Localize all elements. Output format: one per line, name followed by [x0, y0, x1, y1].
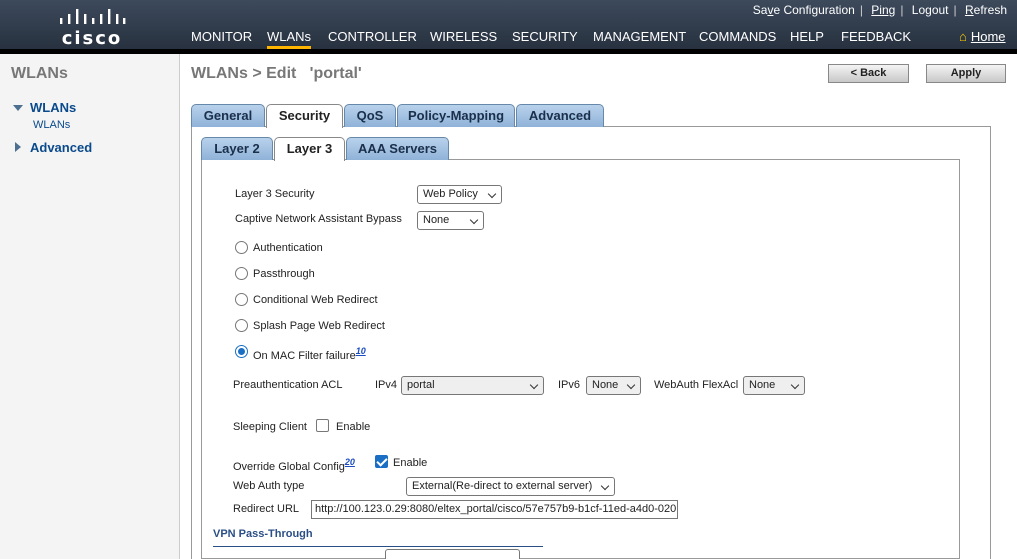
radio-conditional-web-redirect-label: Conditional Web Redirect: [253, 294, 378, 306]
preauth-acl-label: Preauthentication ACL: [233, 379, 343, 391]
home-icon: ⌂: [959, 29, 967, 44]
chevron-down-icon: [790, 380, 800, 390]
tab-general[interactable]: General: [191, 104, 265, 127]
tab-policy-mapping[interactable]: Policy-Mapping: [397, 104, 515, 127]
override-global-enable-label: Enable: [393, 457, 428, 469]
left-sidebar: WLANs WLANs WLANs Advanced: [0, 54, 180, 559]
back-button[interactable]: < Back: [828, 64, 909, 83]
cna-bypass-label: Captive Network Assistant Bypass: [235, 213, 402, 225]
webauth-flexacl-label: WebAuth FlexAcl: [654, 379, 739, 391]
save-configuration-link[interactable]: Save Configuration: [753, 3, 855, 17]
ipv6-acl-select[interactable]: None: [586, 376, 641, 395]
nav-commands[interactable]: COMMANDS: [699, 29, 776, 44]
nav-feedback[interactable]: FEEDBACK: [841, 29, 911, 44]
chevron-down-icon: [626, 380, 636, 390]
sleeping-client-label: Sleeping Client: [233, 421, 307, 433]
radio-passthrough-label: Passthrough: [253, 268, 315, 280]
nav-help[interactable]: HELP: [790, 29, 824, 44]
cisco-logo: cisco: [56, 6, 128, 49]
ping-link[interactable]: Ping: [871, 3, 895, 17]
redirect-url-label: Redirect URL: [233, 503, 300, 515]
logout-link[interactable]: Logout: [912, 3, 949, 17]
radio-on-mac-filter-failure[interactable]: [235, 345, 248, 358]
radio-passthrough[interactable]: [235, 267, 248, 280]
cisco-logo-text: cisco: [61, 28, 123, 49]
apply-button[interactable]: Apply: [926, 64, 1006, 83]
chevron-down-icon: [487, 189, 497, 199]
subtab-layer2[interactable]: Layer 2: [201, 137, 273, 160]
tab-qos[interactable]: QoS: [344, 104, 396, 127]
vpn-gateway-select[interactable]: [385, 549, 520, 559]
home-label: Home: [970, 29, 1006, 44]
subtab-aaa-servers[interactable]: AAA Servers: [346, 137, 449, 160]
override-global-config-label: Override Global Config20: [233, 457, 355, 473]
cisco-bars-icon: [60, 9, 126, 24]
cna-bypass-select[interactable]: None: [417, 211, 484, 230]
expand-right-icon: [15, 142, 21, 152]
nav-wireless[interactable]: WIRELESS: [430, 29, 497, 44]
sidebar-subitem-wlans[interactable]: WLANs: [33, 119, 70, 131]
subtab-layer3[interactable]: Layer 3: [274, 137, 345, 161]
override-global-config-checkbox[interactable]: [375, 455, 388, 468]
top-header: cisco Save Configuration | Ping | Logout | …: [0, 0, 1017, 49]
webauth-flexacl-select[interactable]: None: [743, 376, 805, 395]
radio-on-mac-filter-label: On MAC Filter failure10: [253, 346, 366, 362]
radio-authentication-label: Authentication: [253, 242, 323, 254]
top-links: Save Configuration | Ping | Logout | Refres…: [752, 3, 1007, 17]
refresh-link[interactable]: Refresh: [965, 3, 1007, 17]
radio-splash-page-web-redirect[interactable]: [235, 319, 248, 332]
section-divider: [213, 546, 543, 547]
nav-controller[interactable]: CONTROLLER: [328, 29, 417, 44]
chevron-down-icon: [600, 481, 610, 491]
expand-down-icon: [13, 105, 23, 111]
sleeping-client-enable-label: Enable: [336, 421, 371, 433]
radio-authentication[interactable]: [235, 241, 248, 254]
home-link[interactable]: ⌂ Home: [959, 29, 1006, 44]
layer3-security-select[interactable]: Web Policy: [417, 185, 502, 204]
nav-monitor[interactable]: MONITOR: [191, 29, 252, 44]
radio-conditional-web-redirect[interactable]: [235, 293, 248, 306]
vpn-pass-through-title: VPN Pass-Through: [213, 528, 313, 540]
chevron-down-icon: [469, 215, 479, 225]
layer3-security-label: Layer 3 Security: [235, 188, 315, 200]
footnote-10-link[interactable]: 10: [356, 346, 366, 356]
sleeping-client-checkbox[interactable]: [316, 419, 329, 432]
ipv4-acl-select[interactable]: portal: [401, 376, 544, 395]
web-auth-type-select[interactable]: External(Re-direct to external server): [406, 477, 615, 496]
ipv4-label: IPv4: [375, 379, 398, 391]
redirect-url-input[interactable]: http://100.123.0.29:8080/eltex_portal/ci…: [311, 500, 678, 519]
nav-wlans[interactable]: WLANs: [267, 29, 312, 49]
nav-security[interactable]: SECURITY: [512, 29, 578, 44]
sidebar-item-wlans[interactable]: WLANs: [13, 100, 76, 115]
nav-management[interactable]: MANAGEMENT: [593, 29, 686, 44]
sidebar-title: WLANs: [11, 65, 68, 82]
page-title: WLANs > Edit 'portal': [191, 65, 362, 82]
web-auth-type-label: Web Auth type: [233, 480, 305, 492]
sidebar-item-advanced[interactable]: Advanced: [15, 140, 92, 155]
ipv6-label: IPv6: [558, 379, 581, 391]
tab-security[interactable]: Security: [266, 104, 343, 128]
footnote-20-link[interactable]: 20: [345, 457, 355, 467]
tab-advanced[interactable]: Advanced: [516, 104, 604, 127]
chevron-down-icon: [529, 380, 539, 390]
radio-splash-page-label: Splash Page Web Redirect: [253, 320, 385, 332]
